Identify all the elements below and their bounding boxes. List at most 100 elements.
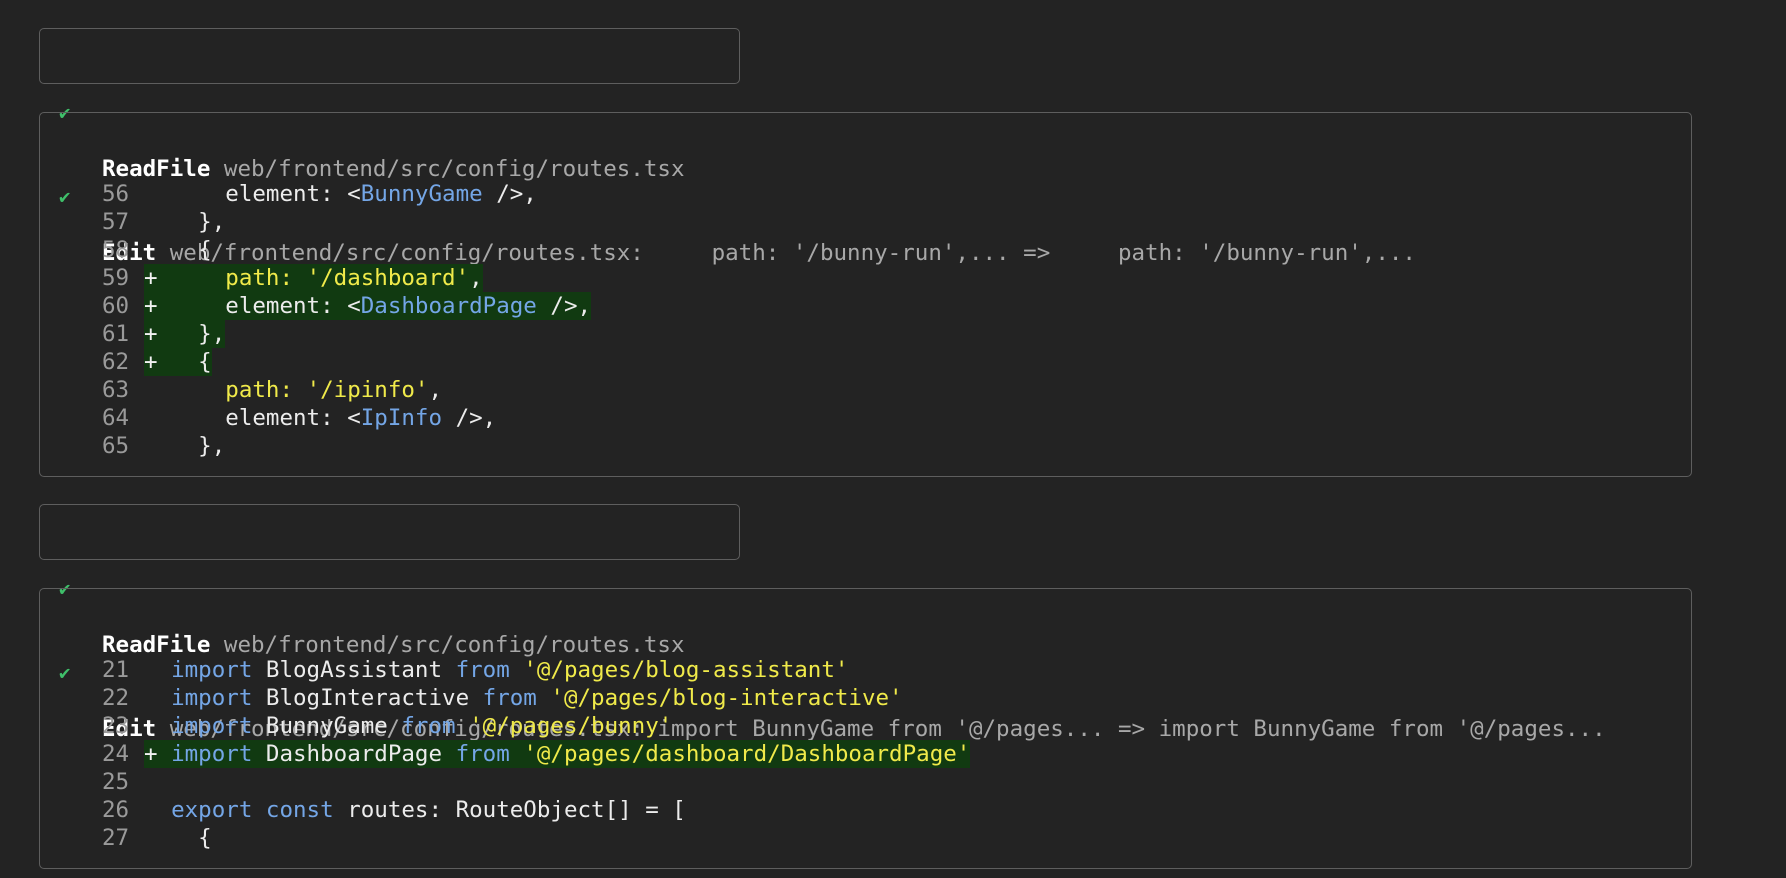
code-line: path: '/ipinfo', (144, 376, 442, 404)
diff-marker (144, 657, 171, 683)
code-token: from (455, 741, 510, 767)
code-token: BunnyGame (360, 181, 483, 207)
code-token: import (171, 713, 253, 739)
diff-marker: + (144, 349, 172, 375)
added-code-line: + }, (144, 320, 226, 348)
code-token: '@/pages/bunny' (469, 713, 673, 739)
diff-marker (144, 237, 171, 263)
code-line: { (144, 236, 212, 264)
code-token: BunnyGame (252, 713, 402, 739)
code-token: import (171, 657, 253, 683)
code-line: export const routes: RouteObject[] = [ (144, 796, 686, 824)
line-number: 62 (102, 349, 130, 375)
code-token: }, (171, 209, 226, 235)
diff-marker (144, 769, 171, 795)
readfile-card-1[interactable]: ✔ ReadFile web/frontend/src/config/route… (39, 28, 740, 182)
tool-header: ✔ ReadFile web/frontend/src/config/route… (40, 505, 685, 658)
code-line: }, (144, 432, 225, 460)
line-number: 57 (102, 209, 130, 235)
code-token: { (171, 349, 212, 375)
code-line: import BlogInteractive from '@/pages/blo… (144, 684, 903, 712)
code-token: '/dashboard' (306, 265, 470, 291)
code-token: path: (171, 265, 307, 291)
code-line: import BlogAssistant from '@/pages/blog-… (144, 656, 848, 684)
line-number: 56 (102, 181, 130, 207)
code-token: , (428, 377, 443, 403)
code-token: '@/pages/dashboard/DashboardPage' (523, 741, 971, 767)
code-token: BlogAssistant (252, 657, 456, 683)
diff-marker: + (144, 321, 172, 347)
code-token: />, (442, 405, 497, 431)
tool-header: ✔ Edit web/frontend/src/config/routes.ts… (40, 113, 1416, 266)
code-token: element: < (171, 405, 361, 431)
diff-marker (144, 825, 171, 851)
line-number: 58 (102, 237, 130, 263)
code-token: '@/pages/blog-interactive' (550, 685, 903, 711)
line-number: 60 (102, 293, 130, 319)
diff-marker: + (144, 741, 172, 767)
added-code-line: + import DashboardPage from '@/pages/das… (144, 740, 971, 768)
line-number: 24 (102, 741, 130, 767)
code-line: { (144, 824, 212, 852)
line-number: 23 (102, 713, 130, 739)
diff-marker (144, 685, 171, 711)
code-token: from (482, 685, 537, 711)
code-token: path: (171, 377, 307, 403)
diff-marker (144, 797, 171, 823)
line-number: 27 (102, 825, 130, 851)
line-number: 61 (102, 321, 130, 347)
line-number: 21 (102, 657, 130, 683)
code-line: }, (144, 208, 225, 236)
code-token: }, (171, 321, 226, 347)
code-token: import (171, 741, 253, 767)
code-token: , (469, 265, 483, 291)
code-token: const (265, 797, 334, 823)
code-token: { (171, 825, 212, 851)
code-line: import BunnyGame from '@/pages/bunny' (144, 712, 672, 740)
code-token: BlogInteractive (252, 685, 483, 711)
edit-card-1[interactable]: ✔ Edit web/frontend/src/config/routes.ts… (39, 112, 1692, 477)
diff-marker (144, 405, 171, 431)
added-code-line: + path: '/dashboard', (144, 264, 483, 292)
line-number: 65 (102, 433, 130, 459)
diff-marker: + (144, 265, 172, 291)
added-code-line: + element: <DashboardPage />, (144, 292, 592, 320)
code-token: '@/pages/blog-assistant' (523, 657, 849, 683)
diff-marker (144, 209, 171, 235)
code-line: element: <IpInfo />, (144, 404, 496, 432)
edit-card-2[interactable]: ✔ Edit web/frontend/src/config/routes.ts… (39, 588, 1692, 869)
line-number: 59 (102, 265, 130, 291)
code-token: />, (536, 293, 592, 319)
readfile-card-2[interactable]: ✔ ReadFile web/frontend/src/config/route… (39, 504, 740, 658)
line-number: 22 (102, 685, 130, 711)
line-number: 63 (102, 377, 130, 403)
code-token: '/ipinfo' (306, 377, 429, 403)
diff-marker: + (144, 293, 172, 319)
code-token: element: < (171, 293, 361, 319)
added-code-line: + { (144, 348, 212, 376)
code-token: />, (482, 181, 537, 207)
code-token: DashboardPage (252, 741, 456, 767)
diff-marker (144, 713, 171, 739)
check-icon: ✔ (59, 186, 71, 208)
code-token: from (401, 713, 456, 739)
tool-description: web/frontend/src/config/routes.tsx: path… (169, 240, 1416, 266)
diff-marker (144, 433, 171, 459)
code-line: element: <BunnyGame />, (144, 180, 537, 208)
code-token: element: < (171, 181, 361, 207)
code-token: }, (171, 433, 226, 459)
code-line (144, 768, 171, 796)
code-token: import (171, 685, 253, 711)
tool-header: ✔ Edit web/frontend/src/config/routes.ts… (40, 589, 1606, 742)
line-number: 25 (102, 769, 130, 795)
line-number: 26 (102, 797, 130, 823)
code-token: { (171, 237, 212, 263)
check-icon: ✔ (59, 662, 71, 684)
line-number: 64 (102, 405, 130, 431)
code-token: export (171, 797, 253, 823)
code-token: DashboardPage (360, 293, 537, 319)
